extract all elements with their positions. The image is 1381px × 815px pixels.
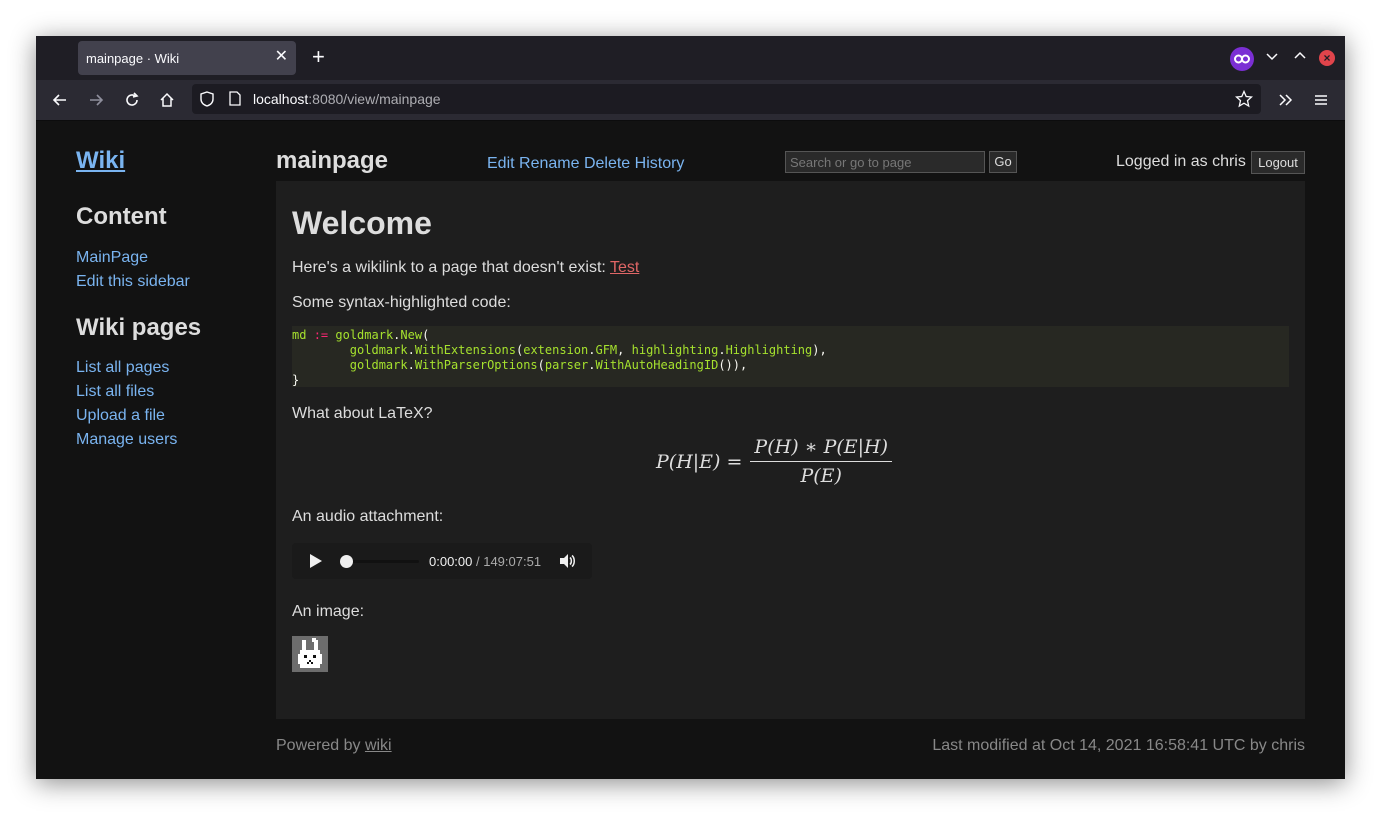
powered-by-text: Powered by	[276, 737, 365, 754]
page-actions: Edit Rename Delete History	[487, 155, 684, 173]
sidebar-item-upload-file[interactable]: Upload a file	[76, 407, 165, 425]
edit-link[interactable]: Edit	[487, 155, 519, 172]
page-viewport: Wiki Content MainPage Edit this sidebar …	[36, 121, 1345, 779]
back-icon[interactable]	[48, 88, 72, 112]
missing-page-link[interactable]: Test	[610, 259, 639, 276]
code-line: goldmark.WithExtensions(extension.GFM, h…	[349, 343, 827, 357]
seek-bar[interactable]	[346, 560, 419, 563]
wikilink-paragraph: Here's a wikilink to a page that doesn't…	[292, 259, 639, 277]
volume-icon[interactable]	[558, 552, 576, 575]
code-line: md := goldmark.New(	[292, 328, 430, 342]
search-input[interactable]	[785, 151, 985, 173]
chevron-down-icon[interactable]	[1265, 48, 1279, 68]
latex-formula: P(H|E) = P(H) ∗ P(E|H) P(E)	[656, 436, 893, 487]
logged-in-status: Logged in as chris	[1116, 153, 1246, 170]
formula-lhs: P(H|E) =	[656, 450, 743, 473]
reload-icon[interactable]	[120, 88, 144, 112]
article-heading: Welcome	[292, 205, 432, 241]
sidebar-item-mainpage[interactable]: MainPage	[76, 249, 148, 267]
rename-link[interactable]: Rename	[519, 155, 584, 172]
page-title: mainpage	[276, 147, 389, 174]
formula-fraction: P(H) ∗ P(E|H) P(E)	[750, 436, 893, 487]
logout-button[interactable]: Logout	[1251, 151, 1305, 174]
tab-title: mainpage · Wiki	[86, 51, 180, 66]
url-path: :8080/view/mainpage	[308, 91, 441, 107]
sidebar-item-list-files[interactable]: List all files	[76, 383, 154, 401]
page-icon[interactable]	[229, 91, 241, 111]
audio-intro: An audio attachment:	[292, 508, 444, 525]
sidebar-heading-content: Content	[76, 203, 167, 230]
url-bar[interactable]: localhost:8080/view/mainpage	[192, 84, 1261, 114]
overflow-icon[interactable]	[1273, 88, 1297, 112]
browser-window: mainpage · Wiki ✕ + × localhost:8080/vie…	[36, 36, 1345, 779]
latex-intro: What about LaTeX?	[292, 405, 433, 422]
forward-icon[interactable]	[84, 88, 108, 112]
url-host: localhost	[253, 91, 309, 107]
sidebar-item-edit-sidebar[interactable]: Edit this sidebar	[76, 273, 190, 291]
formula-numerator: P(H) ∗ P(E|H)	[750, 436, 893, 462]
tab-strip: mainpage · Wiki ✕ + ×	[36, 36, 1345, 80]
audio-player[interactable]: 0:00:00 / 149:07:51	[292, 543, 592, 579]
new-tab-button[interactable]: +	[312, 46, 325, 68]
code-block: md := goldmark.New( goldmark.WithExtensi…	[292, 326, 1289, 387]
home-icon[interactable]	[155, 88, 179, 112]
private-browsing-icon	[1230, 47, 1254, 71]
chevron-up-icon[interactable]	[1293, 48, 1307, 68]
go-button[interactable]: Go	[989, 151, 1017, 173]
image-intro: An image:	[292, 603, 365, 620]
tab-close-icon[interactable]: ✕	[275, 49, 288, 65]
code-intro: Some syntax-highlighted code:	[292, 294, 511, 311]
history-link[interactable]: History	[635, 155, 685, 172]
delete-link[interactable]: Delete	[584, 155, 635, 172]
site-title-link[interactable]: Wiki	[76, 147, 125, 175]
wikilink-text: Here's a wikilink to a page that doesn't…	[292, 259, 610, 276]
url-text[interactable]: localhost:8080/view/mainpage	[253, 91, 441, 107]
star-icon[interactable]	[1234, 89, 1254, 113]
audio-time: 0:00:00 / 149:07:51	[429, 554, 541, 569]
play-icon[interactable]	[310, 554, 322, 568]
seek-handle[interactable]	[340, 555, 353, 568]
footer-powered-by: Powered by wiki	[276, 737, 392, 755]
shield-icon[interactable]	[200, 91, 214, 112]
powered-by-link[interactable]: wiki	[365, 737, 392, 754]
audio-current-time: 0:00:00	[429, 554, 473, 569]
menu-icon[interactable]	[1309, 88, 1333, 112]
article-content: Welcome Here's a wikilink to a page that…	[276, 181, 1305, 719]
sidebar-item-list-pages[interactable]: List all pages	[76, 359, 169, 377]
bunny-image	[292, 636, 328, 672]
code-line: }	[292, 373, 300, 387]
code-line: goldmark.WithParserOptions(parser.WithAu…	[349, 358, 748, 372]
sidebar-heading-wiki-pages: Wiki pages	[76, 314, 202, 341]
browser-tab[interactable]: mainpage · Wiki ✕	[78, 41, 296, 75]
formula-denominator: P(E)	[800, 465, 842, 487]
close-icon[interactable]: ×	[1319, 50, 1335, 66]
sidebar-item-manage-users[interactable]: Manage users	[76, 431, 177, 449]
navigation-toolbar: localhost:8080/view/mainpage	[36, 80, 1345, 121]
audio-duration: / 149:07:51	[472, 554, 542, 569]
last-modified: Last modified at Oct 14, 2021 16:58:41 U…	[932, 737, 1305, 754]
